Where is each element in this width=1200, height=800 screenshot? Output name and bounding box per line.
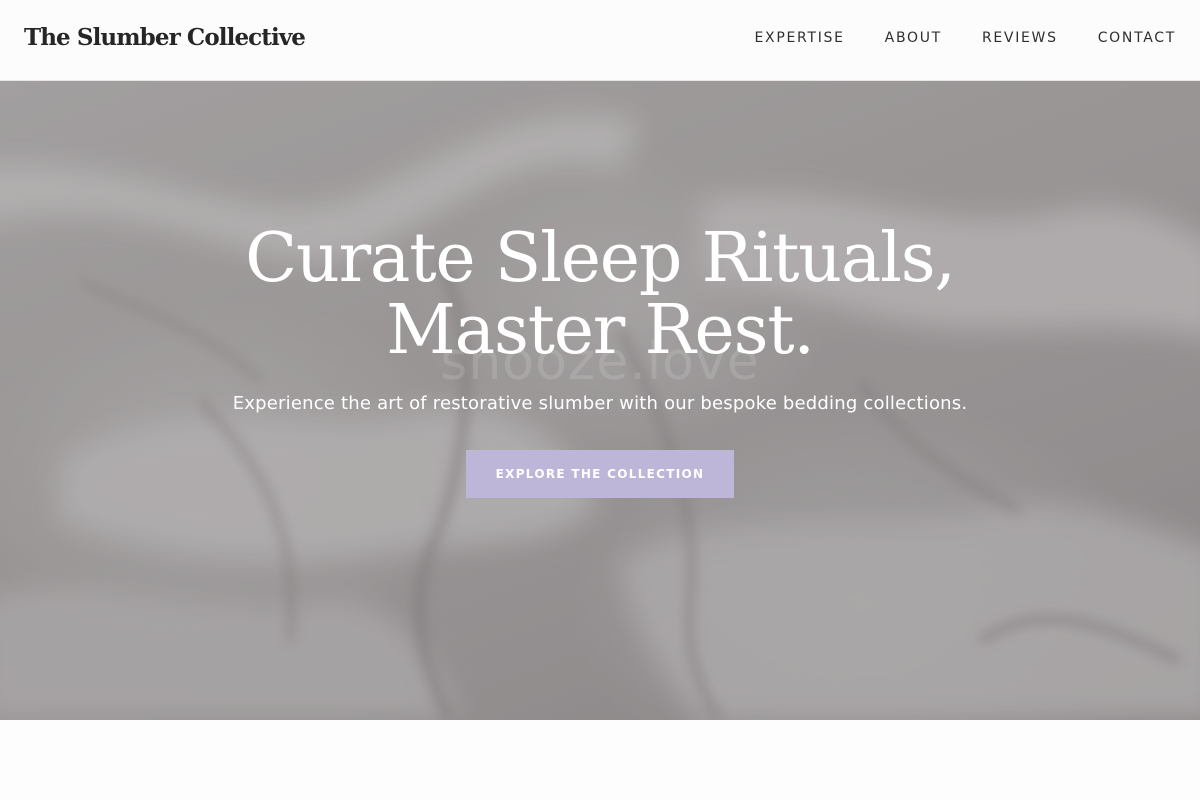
nav-link-contact[interactable]: CONTACT (1098, 30, 1176, 46)
brand-logo[interactable]: The Slumber Collective (24, 24, 306, 51)
hero-subheadline: Experience the art of restorative slumbe… (232, 393, 968, 414)
nav-link-about[interactable]: ABOUT (885, 30, 942, 46)
content-section (0, 720, 1200, 800)
hero-headline-line2: Master Rest. (386, 291, 815, 370)
hero-headline: Curate Sleep Rituals, Master Rest. (0, 223, 1200, 367)
nav-link-expertise[interactable]: EXPERTISE (755, 30, 845, 46)
hero-headline-line1: Curate Sleep Rituals, (245, 219, 956, 298)
explore-collection-button[interactable]: EXPLORE THE COLLECTION (466, 450, 734, 498)
site-header: The Slumber Collective EXPERTISE ABOUT R… (0, 0, 1200, 81)
nav-link-reviews[interactable]: REVIEWS (982, 30, 1058, 46)
hero-section: snooze.love Curate Sleep Rituals, Master… (0, 81, 1200, 720)
main-nav: EXPERTISE ABOUT REVIEWS CONTACT (755, 30, 1176, 46)
